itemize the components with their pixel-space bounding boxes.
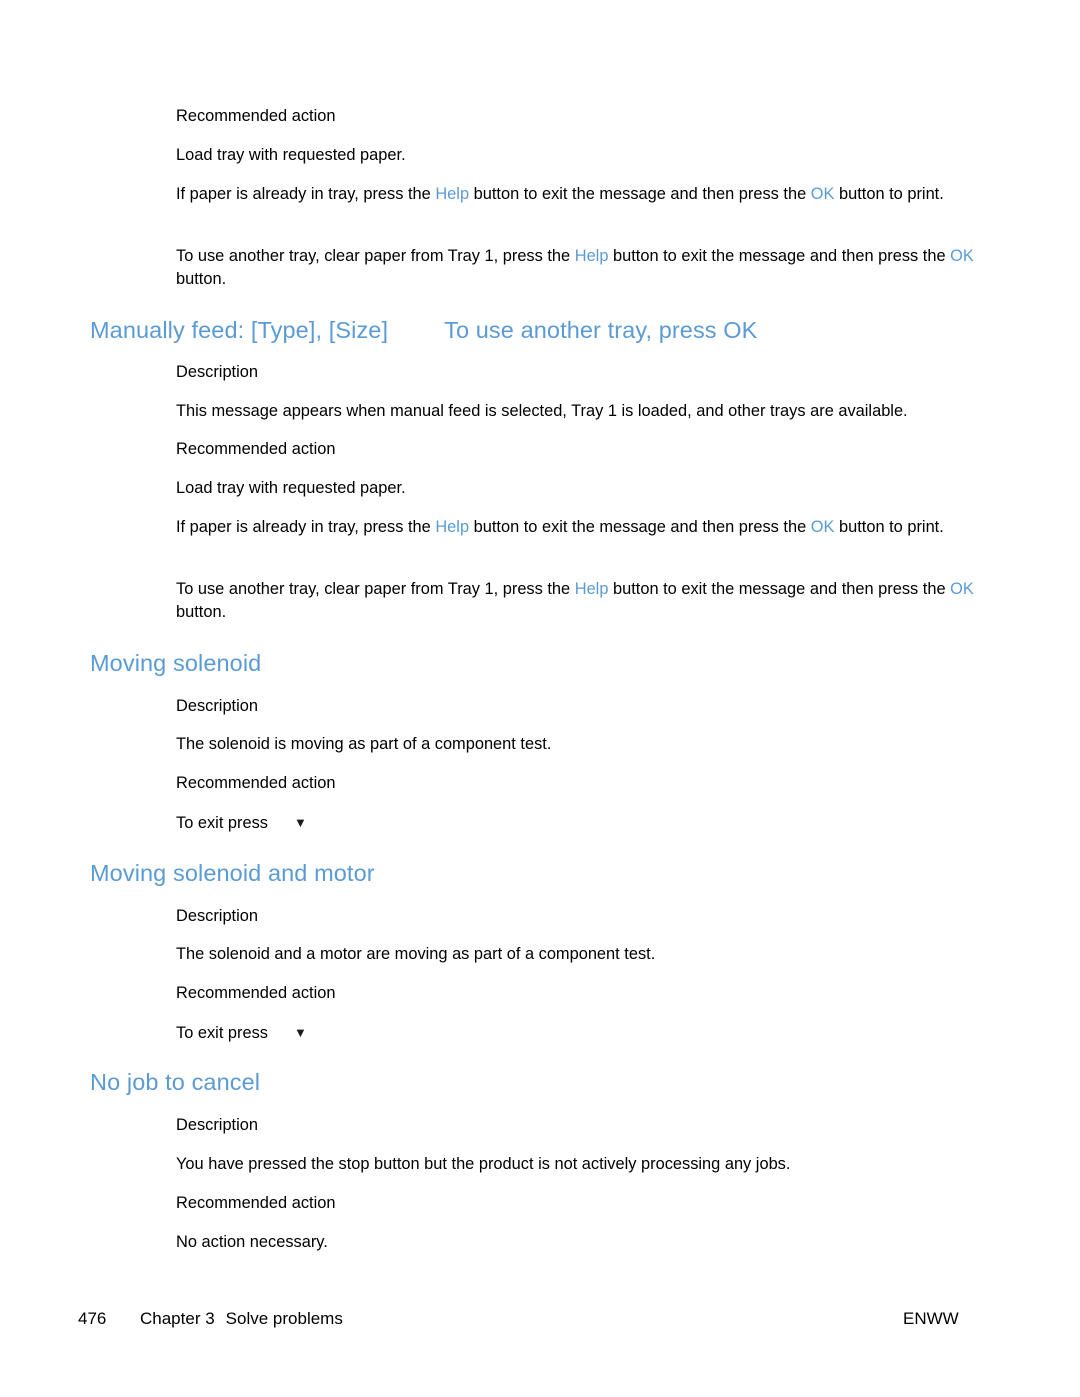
recommended-action-label: Recommended action bbox=[176, 774, 336, 792]
page-footer: 476 Chapter 3 Solve problems ENWW bbox=[0, 1308, 1080, 1338]
text-fragment: button. bbox=[176, 603, 227, 621]
recommended-action-label: Recommended action bbox=[176, 984, 336, 1002]
help-button-reference[interactable]: Help bbox=[435, 185, 469, 203]
help-button-reference[interactable]: Help bbox=[575, 580, 609, 598]
document-page: Recommended action Load tray with reques… bbox=[0, 0, 1080, 1397]
section-heading-no-job-to-cancel: No job to cancel bbox=[90, 1069, 261, 1095]
ok-button-reference[interactable]: OK bbox=[950, 580, 974, 598]
section-heading-text: Manually feed: [Type], [Size] bbox=[90, 317, 389, 343]
ok-button-reference[interactable]: OK bbox=[811, 185, 835, 203]
text-fragment: button to exit the message and then pres… bbox=[469, 518, 811, 536]
locale-code: ENWW bbox=[903, 1309, 959, 1328]
description-paragraph: You have pressed the stop button but the… bbox=[176, 1155, 791, 1173]
text-fragment: If paper is already in tray, press the bbox=[176, 185, 436, 203]
ok-button-reference[interactable]: OK bbox=[950, 247, 974, 265]
text-fragment: button. bbox=[176, 270, 227, 288]
action-text: To exit press bbox=[176, 1024, 269, 1042]
description-paragraph: This message appears when manual feed is… bbox=[176, 402, 908, 420]
action-paragraph: To use another tray, clear paper from Tr… bbox=[176, 245, 974, 291]
chapter-title: Solve problems bbox=[225, 1309, 343, 1328]
action-paragraph: No action necessary. bbox=[176, 1233, 328, 1251]
page-number: 476 bbox=[78, 1309, 107, 1328]
text-fragment: To use another tray, clear paper from Tr… bbox=[176, 580, 575, 598]
text-fragment: button to exit the message and then pres… bbox=[608, 580, 951, 598]
section-heading-moving-solenoid: Moving solenoid bbox=[90, 650, 262, 676]
recommended-action-label: Recommended action bbox=[176, 107, 336, 125]
ok-button-reference[interactable]: OK bbox=[811, 518, 835, 536]
text-fragment: button to exit the message and then pres… bbox=[608, 247, 951, 265]
text-fragment: To use another tray, clear paper from Tr… bbox=[176, 247, 575, 265]
action-paragraph: If paper is already in tray, press the H… bbox=[176, 516, 974, 539]
help-button-reference[interactable]: Help bbox=[575, 247, 609, 265]
description-paragraph: The solenoid and a motor are moving as p… bbox=[176, 945, 656, 963]
footer-left-group: 476 Chapter 3 Solve problems bbox=[78, 1308, 343, 1330]
action-paragraph: If paper is already in tray, press the H… bbox=[176, 183, 974, 206]
text-fragment: button to print. bbox=[834, 185, 944, 203]
section-heading-manually-feed: Manually feed: [Type], [Size] To use anot… bbox=[90, 316, 990, 344]
recommended-action-label: Recommended action bbox=[176, 440, 336, 458]
action-text: To exit press bbox=[176, 814, 269, 832]
text-fragment: button to print. bbox=[834, 518, 944, 536]
description-label: Description bbox=[176, 697, 258, 715]
description-label: Description bbox=[176, 363, 258, 381]
down-arrow-icon: ▼ bbox=[294, 1025, 307, 1040]
description-label: Description bbox=[176, 1116, 258, 1134]
help-button-reference[interactable]: Help bbox=[435, 518, 469, 536]
text-fragment: If paper is already in tray, press the bbox=[176, 518, 436, 536]
action-paragraph: To exit press ▼ bbox=[176, 1021, 307, 1045]
down-arrow-icon: ▼ bbox=[294, 815, 307, 830]
action-paragraph: To use another tray, clear paper from Tr… bbox=[176, 578, 974, 624]
section-heading-alt-text: To use another tray, press OK bbox=[444, 317, 758, 343]
action-paragraph: Load tray with requested paper. bbox=[176, 479, 406, 497]
chapter-label: Chapter 3 bbox=[140, 1309, 215, 1328]
text-fragment: button to exit the message and then pres… bbox=[469, 185, 811, 203]
recommended-action-label: Recommended action bbox=[176, 1194, 336, 1212]
description-paragraph: The solenoid is moving as part of a comp… bbox=[176, 735, 552, 753]
section-heading-moving-solenoid-and-motor: Moving solenoid and motor bbox=[90, 860, 375, 886]
action-paragraph: To exit press ▼ bbox=[176, 811, 307, 835]
description-label: Description bbox=[176, 907, 258, 925]
action-paragraph: Load tray with requested paper. bbox=[176, 146, 406, 164]
